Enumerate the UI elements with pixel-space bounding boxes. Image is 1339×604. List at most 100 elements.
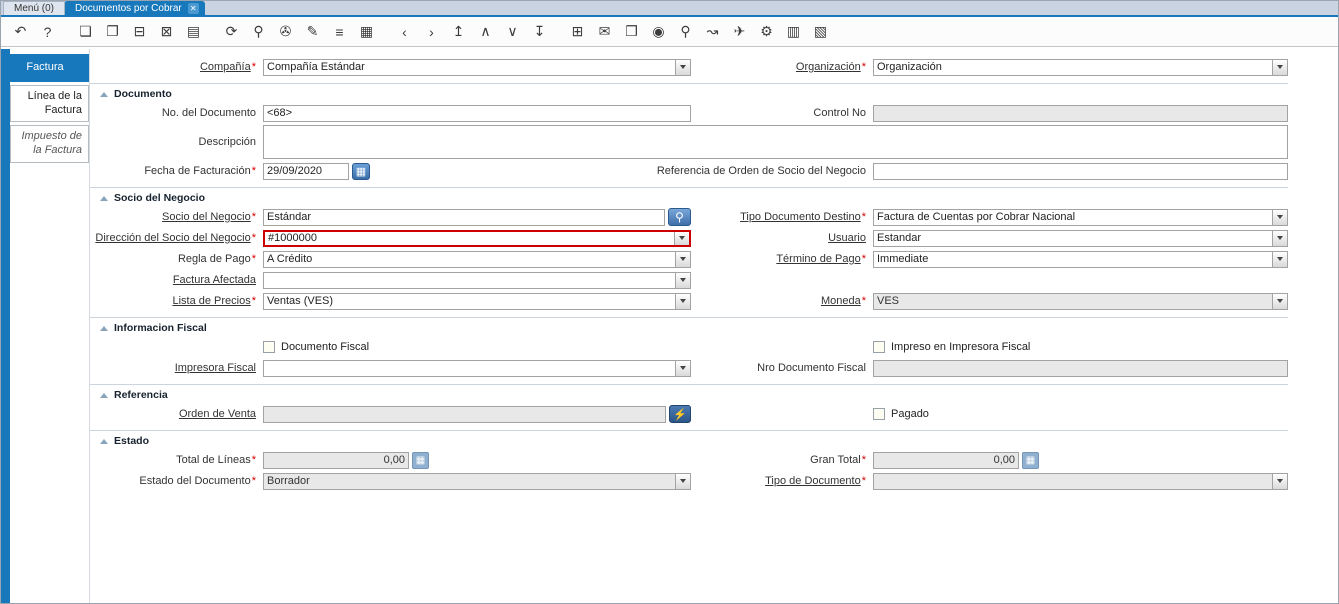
delete-record-icon[interactable]: ⊟ xyxy=(127,20,152,43)
help-icon[interactable]: ? xyxy=(35,20,60,43)
next-record-icon[interactable]: ∨ xyxy=(500,20,525,43)
usuario-label: Usuario xyxy=(828,232,866,244)
dropdown-icon[interactable] xyxy=(674,231,689,245)
row-nodoc-control: No. del Documento Control No xyxy=(90,104,1288,122)
calculator-icon[interactable]: ▦ xyxy=(412,451,429,469)
row-totales: Total de Líneas* ▦ Gran Total* ▦ xyxy=(90,451,1288,469)
impresora-fiscal-select[interactable] xyxy=(263,359,691,377)
archive-icon[interactable]: ▧ xyxy=(808,20,833,43)
lock-icon[interactable]: ◉ xyxy=(646,20,671,43)
documento-fiscal-checkbox[interactable] xyxy=(263,341,275,353)
first-record-icon[interactable]: ↥ xyxy=(446,20,471,43)
row-fiscal-checkboxes: Documento Fiscal Impreso en Impresora Fi… xyxy=(90,338,1288,356)
orden-venta-input xyxy=(263,405,666,423)
regla-pago-label: Regla de Pago * xyxy=(177,253,256,265)
delete-selection-icon[interactable]: ⊠ xyxy=(154,20,179,43)
mail-icon[interactable]: ✉ xyxy=(592,20,617,43)
sidebar-tab-linea-factura[interactable]: Línea de la Factura xyxy=(10,84,89,123)
tipo-documento-select[interactable] xyxy=(873,472,1288,490)
nro-documento-fiscal-label: Nro Documento Fiscal xyxy=(757,362,866,374)
moneda-label: Moneda * xyxy=(820,295,866,307)
close-icon[interactable]: ✕ xyxy=(187,2,199,14)
grid-toggle-icon[interactable]: ≡ xyxy=(327,20,352,43)
form-icon[interactable]: ⊞ xyxy=(565,20,590,43)
impreso-impresora-checkbox[interactable] xyxy=(873,341,885,353)
report-icon[interactable]: ▥ xyxy=(781,20,806,43)
collapse-icon[interactable] xyxy=(100,325,108,331)
referencia-orden-input[interactable] xyxy=(873,162,1288,180)
request-icon[interactable]: ✈ xyxy=(727,20,752,43)
chat-icon[interactable]: ✎ xyxy=(300,20,325,43)
tipo-documento-destino-select[interactable]: Factura de Cuentas por Cobrar Nacional xyxy=(873,208,1288,226)
direccion-socio-label: Dirección del Socio del Negocio * xyxy=(95,232,256,244)
zoom-across-icon[interactable]: ⚲ xyxy=(673,20,698,43)
parent-record-icon[interactable]: ‹ xyxy=(392,20,417,43)
toolbar: ↶? ❏ ❐ ⊟ ⊠ ▤ ⟳ ⚲ ✇ ✎ ≡ ▦ ‹ › ↥ ∧ ∨ ↧ ⊞ ✉ ❒ ◉ ⚲ ↝ ✈ ⚙ ▥ ▧ xyxy=(1,17,1338,47)
socio-negocio-input[interactable] xyxy=(263,208,665,226)
find-icon[interactable]: ⚲ xyxy=(246,20,271,43)
section-socio-header[interactable]: Socio del Negocio xyxy=(100,192,1288,204)
dropdown-icon[interactable] xyxy=(675,251,690,267)
dropdown-icon[interactable] xyxy=(675,272,690,288)
undo-icon[interactable]: ↶ xyxy=(8,20,33,43)
orden-venta-zoom-button[interactable]: ⚡ xyxy=(669,405,691,423)
fecha-facturacion-input[interactable] xyxy=(263,162,349,180)
collapse-icon[interactable] xyxy=(100,91,108,97)
dropdown-icon[interactable] xyxy=(675,293,690,309)
section-documento-header[interactable]: Documento xyxy=(100,88,1288,100)
dropdown-icon[interactable] xyxy=(1272,251,1287,267)
socio-negocio-label: Socio del Negocio * xyxy=(162,211,256,223)
row-direccion-usuario: Dirección del Socio del Negocio * #100000… xyxy=(90,229,1288,247)
calendar-icon[interactable]: ▦ xyxy=(354,20,379,43)
no-documento-input[interactable] xyxy=(263,104,691,122)
direccion-socio-select[interactable]: #1000000 xyxy=(263,229,691,247)
referencia-orden-label: Referencia de Orden de Socio del Negocio xyxy=(656,165,866,177)
save-icon[interactable]: ▤ xyxy=(181,20,206,43)
dropdown-icon[interactable] xyxy=(1272,473,1287,489)
sidebar-tab-impuesto-factura[interactable]: Impuesto de la Factura xyxy=(10,125,89,163)
usuario-select[interactable]: Estandar xyxy=(873,229,1288,247)
dropdown-icon[interactable] xyxy=(1272,59,1287,75)
dropdown-icon[interactable] xyxy=(1272,230,1287,246)
last-record-icon[interactable]: ↧ xyxy=(527,20,552,43)
refresh-icon[interactable]: ⟳ xyxy=(219,20,244,43)
section-socio: Socio del Negocio Socio del Negocio* ⚲ T… xyxy=(90,187,1288,310)
section-fiscal-header[interactable]: Informacion Fiscal xyxy=(100,322,1288,334)
compania-select[interactable]: Compañía Estándar xyxy=(263,58,691,76)
new-record-icon[interactable]: ❏ xyxy=(73,20,98,43)
termino-pago-select[interactable]: Immediate xyxy=(873,250,1288,268)
tab-documentos-por-cobrar[interactable]: Documentos por Cobrar ✕ xyxy=(65,1,205,15)
dropdown-icon[interactable] xyxy=(675,59,690,75)
gran-total-input xyxy=(873,451,1019,469)
collapse-icon[interactable] xyxy=(100,438,108,444)
collapse-icon[interactable] xyxy=(100,392,108,398)
row-regla-termino: Regla de Pago * A Crédito Término de Pago… xyxy=(90,250,1288,268)
previous-record-icon[interactable]: ∧ xyxy=(473,20,498,43)
section-referencia-header[interactable]: Referencia xyxy=(100,389,1288,401)
organizacion-select[interactable]: Organización xyxy=(873,58,1288,76)
lista-precios-select[interactable]: Ventas (VES) xyxy=(263,292,691,310)
row-factura-afectada: Factura Afectada xyxy=(90,271,1288,289)
print-icon[interactable]: ❒ xyxy=(619,20,644,43)
workflow-icon[interactable]: ↝ xyxy=(700,20,725,43)
regla-pago-select[interactable]: A Crédito xyxy=(263,250,691,268)
pagado-label: Pagado xyxy=(891,408,929,420)
tab-menu[interactable]: Menú (0) xyxy=(3,1,66,15)
section-estado-header[interactable]: Estado xyxy=(100,435,1288,447)
calendar-button[interactable]: ▦ xyxy=(352,162,370,180)
pagado-checkbox[interactable] xyxy=(873,408,885,420)
copy-record-icon[interactable]: ❐ xyxy=(100,20,125,43)
dropdown-icon[interactable] xyxy=(1272,209,1287,225)
preferences-icon[interactable]: ⚙ xyxy=(754,20,779,43)
detail-record-icon[interactable]: › xyxy=(419,20,444,43)
dropdown-icon[interactable] xyxy=(675,360,690,376)
sidebar-tab-factura[interactable]: Factura xyxy=(1,54,89,82)
collapse-icon[interactable] xyxy=(100,195,108,201)
nro-documento-fiscal-input xyxy=(873,359,1288,377)
factura-afectada-select[interactable] xyxy=(263,271,691,289)
section-estado: Estado Total de Líneas* ▦ Gran Total* xyxy=(90,430,1288,490)
descripcion-textarea[interactable] xyxy=(263,125,1288,159)
attachment-icon[interactable]: ✇ xyxy=(273,20,298,43)
socio-search-button[interactable]: ⚲ xyxy=(668,208,691,226)
calculator-icon[interactable]: ▦ xyxy=(1022,451,1039,469)
